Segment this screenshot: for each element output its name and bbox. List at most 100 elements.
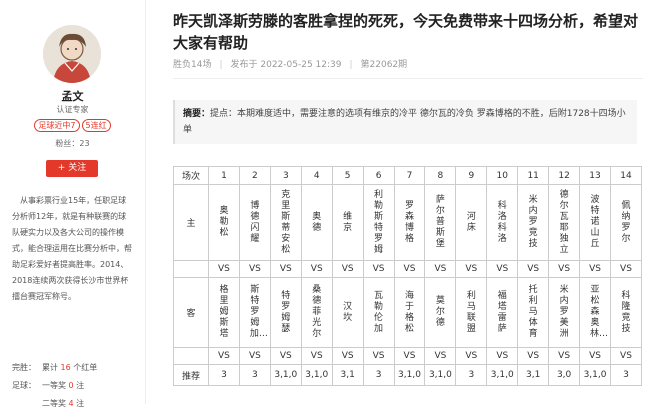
row-header-pick: 推荐 bbox=[173, 364, 209, 386]
away-team: 福塔雷萨 bbox=[486, 277, 519, 348]
record-tag: 足球近中7 bbox=[34, 119, 80, 132]
pick-value: 3 bbox=[455, 364, 488, 386]
away-team: 莫尔德 bbox=[424, 277, 457, 348]
vs-label: VS bbox=[455, 347, 488, 365]
away-team-text: 亚松森奥林… bbox=[590, 285, 609, 339]
home-team: 克里斯蒂安松 bbox=[269, 184, 302, 261]
home-team: 奥德 bbox=[300, 184, 333, 261]
vs-label: VS bbox=[486, 260, 519, 278]
home-team-text: 科洛科洛 bbox=[497, 200, 507, 244]
away-team-text: 科隆竞技 bbox=[621, 290, 631, 334]
away-team-text: 瓦勒伦加 bbox=[374, 290, 384, 334]
row-vs: VS VS VS VS VS VS VS VS VS VS VS VS VS VS bbox=[173, 260, 643, 278]
match-number: 10 bbox=[486, 166, 519, 185]
vs-label: VS bbox=[517, 260, 550, 278]
home-team: 萨尔普斯堡 bbox=[424, 184, 457, 261]
pick-value: 3 bbox=[238, 364, 271, 386]
pick-value: 3,1,0 bbox=[486, 364, 519, 386]
summary-text: 提点：本期难度适中，需要注意的选项有维京的冷平 德尔瓦的冷负 罗森博格的不胜，后… bbox=[183, 109, 626, 135]
vs-label: VS bbox=[455, 260, 488, 278]
match-number: 14 bbox=[609, 166, 643, 185]
pick-value: 3,1,0 bbox=[424, 364, 457, 386]
away-team: 格里姆斯塔 bbox=[208, 277, 240, 348]
vs-label: VS bbox=[300, 260, 333, 278]
vs-label: VS bbox=[362, 260, 395, 278]
article-main: 昨天凯泽斯劳滕的客胜拿捏的死死，今天免费带来十四场分析，希望对大家有帮助 胜负1… bbox=[145, 0, 650, 404]
vs-label: VS bbox=[362, 347, 395, 365]
match-number: 6 bbox=[362, 166, 395, 185]
vs-label: VS bbox=[517, 347, 550, 365]
home-team: 米内罗竞技 bbox=[517, 184, 550, 261]
vs-label: VS bbox=[609, 260, 643, 278]
pick-value: 3,1,0 bbox=[300, 364, 333, 386]
author-tags: 足球近中7 5连红 bbox=[0, 119, 145, 132]
home-team: 奥勒松 bbox=[208, 184, 240, 261]
vs-label: VS bbox=[393, 260, 426, 278]
category-link[interactable]: 胜负14场 bbox=[173, 60, 211, 70]
away-team-text: 特罗姆瑟 bbox=[281, 290, 291, 334]
home-team-text: 维京 bbox=[343, 211, 353, 233]
match-number: 4 bbox=[300, 166, 333, 185]
match-number: 2 bbox=[238, 166, 271, 185]
pick-value: 3,1 bbox=[331, 364, 364, 386]
pick-value: 3 bbox=[362, 364, 395, 386]
vs-label: VS bbox=[238, 260, 271, 278]
away-team: 托利马体育 bbox=[517, 277, 550, 348]
vs-label: VS bbox=[208, 260, 240, 278]
home-team-text: 利勒斯特罗姆 bbox=[374, 189, 384, 255]
vs-label: VS bbox=[331, 347, 364, 365]
vs-label: VS bbox=[548, 260, 581, 278]
vs-label: VS bbox=[393, 347, 426, 365]
match-number: 5 bbox=[331, 166, 364, 185]
pick-value: 3,0 bbox=[548, 364, 581, 386]
issue-number: 第22062期 bbox=[360, 60, 408, 70]
home-team: 河床 bbox=[455, 184, 488, 261]
divider bbox=[173, 78, 643, 79]
follow-button[interactable]: + 关注 bbox=[46, 160, 98, 177]
home-team-text: 罗森博格 bbox=[404, 200, 414, 244]
home-team-text: 河床 bbox=[466, 211, 476, 233]
pick-value: 3 bbox=[208, 364, 240, 386]
summary-box: 摘要：提点：本期难度适中，需要注意的选项有维京的冷平 德尔瓦的冷负 罗森博格的不… bbox=[173, 100, 637, 144]
streak-tag: 5连红 bbox=[81, 119, 111, 132]
away-team-text: 汉坎 bbox=[343, 301, 353, 323]
row-away: 客格里姆斯塔 斯特罗姆加… 特罗姆瑟 桑德菲光尔 汉坎 瓦勒伦加 海于格松 莫尔德 利马联盟 福塔… bbox=[173, 277, 643, 348]
author-name[interactable]: 孟文 bbox=[0, 88, 145, 104]
home-team-text: 佩纳罗尔 bbox=[621, 200, 631, 244]
author-role: 认证专家 bbox=[56, 105, 89, 114]
away-team: 海于格松 bbox=[393, 277, 426, 348]
match-number: 7 bbox=[393, 166, 426, 185]
home-team: 博德闪耀 bbox=[238, 184, 271, 261]
away-team: 瓦勒伦加 bbox=[362, 277, 395, 348]
match-number: 11 bbox=[517, 166, 550, 185]
match-number: 8 bbox=[424, 166, 457, 185]
vs-label: VS bbox=[269, 347, 302, 365]
home-team: 佩纳罗尔 bbox=[609, 184, 643, 261]
article-meta: 胜负14场 | 发布于 2022-05-25 12:39 | 第22062期 bbox=[173, 60, 408, 70]
row-header-index: 场次 bbox=[173, 166, 209, 185]
vs-label: VS bbox=[486, 347, 519, 365]
summary-label: 摘要： bbox=[183, 109, 211, 119]
away-team-text: 海于格松 bbox=[404, 290, 414, 334]
vs-label: VS bbox=[238, 347, 271, 365]
pick-value: 3,1,0 bbox=[269, 364, 302, 386]
fans-count: 粉丝：23 bbox=[55, 139, 90, 148]
avatar[interactable] bbox=[43, 25, 101, 83]
home-team: 德尔瓦耶独立 bbox=[548, 184, 581, 261]
away-team-text: 斯特罗姆加… bbox=[249, 285, 268, 339]
publish-time: 发布于 2022-05-25 12:39 bbox=[230, 60, 342, 70]
row-pick: 推荐 3 3 3,1,0 3,1,0 3,1 3 3,1,0 3,1,0 3 3,1,0 3,1 3,0… bbox=[173, 364, 643, 386]
match-number: 9 bbox=[455, 166, 488, 185]
vs-label: VS bbox=[609, 347, 643, 365]
home-team-text: 奥勒松 bbox=[219, 206, 229, 238]
vs-label: VS bbox=[424, 347, 457, 365]
row-index: 场次 1 2 3 4 5 6 7 8 9 10 11 12 13 14 bbox=[173, 166, 643, 185]
pick-value: 3,1,0 bbox=[579, 364, 611, 386]
match-table: 场次 1 2 3 4 5 6 7 8 9 10 11 12 13 14 主奥勒松 博德闪耀 克里斯蒂安松 奥德 维京… bbox=[173, 166, 643, 386]
pick-value: 3,1,0 bbox=[393, 364, 426, 386]
home-team: 利勒斯特罗姆 bbox=[362, 184, 395, 261]
vs-label: VS bbox=[208, 347, 240, 365]
vs-label: VS bbox=[548, 347, 581, 365]
vs-label: VS bbox=[300, 347, 333, 365]
vs-label: VS bbox=[579, 260, 611, 278]
